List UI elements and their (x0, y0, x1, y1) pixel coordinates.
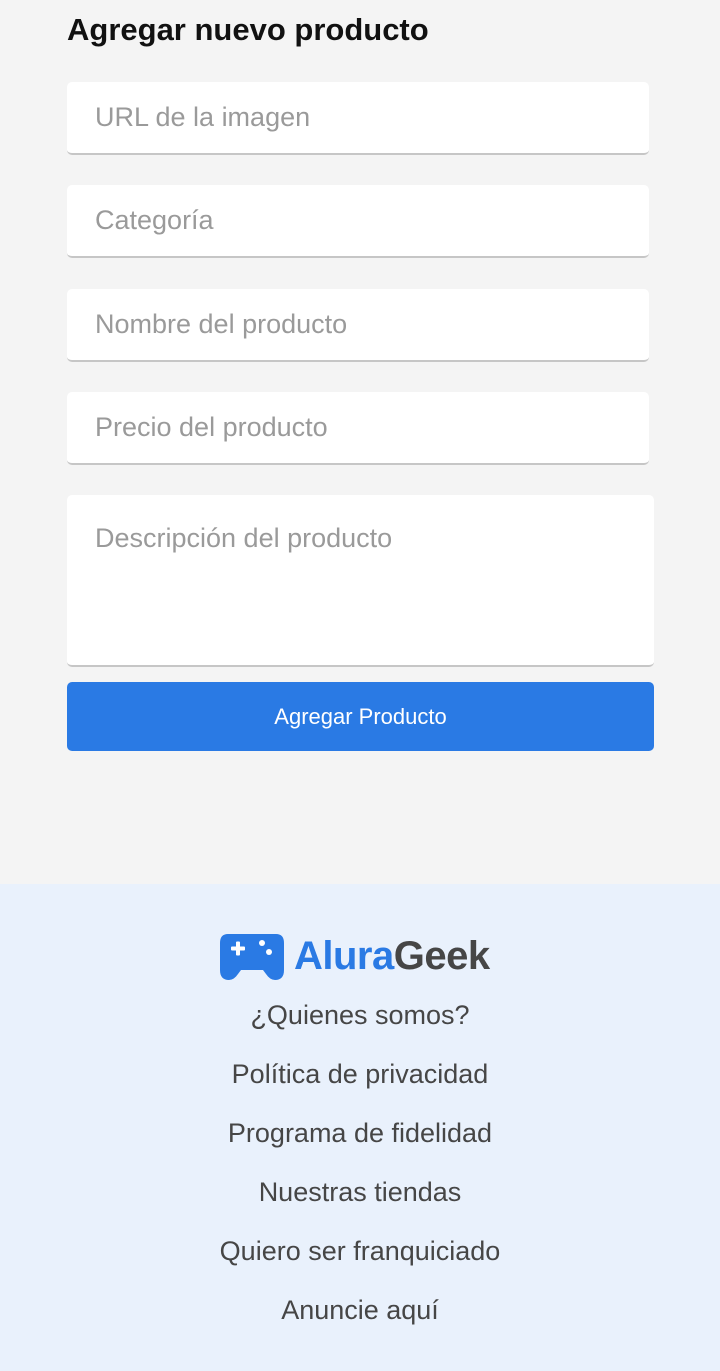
footer-link-privacy[interactable]: Política de privacidad (0, 1049, 720, 1108)
footer-link-advertise[interactable]: Anuncie aquí (0, 1285, 720, 1344)
alurageek-logo[interactable]: AluraGeek (218, 930, 490, 982)
logo-text: AluraGeek (294, 930, 490, 982)
footer-links: ¿Quienes somos? Política de privacidad P… (0, 990, 720, 1344)
footer-link-stores[interactable]: Nuestras tiendas (0, 1167, 720, 1226)
logo-text-geek: Geek (393, 934, 490, 978)
add-product-section: Agregar nuevo producto Agregar Producto (0, 0, 720, 884)
footer-link-loyalty[interactable]: Programa de fidelidad (0, 1108, 720, 1167)
footer-link-about[interactable]: ¿Quienes somos? (0, 990, 720, 1049)
gamepad-icon (220, 934, 284, 980)
product-price-input[interactable] (67, 392, 649, 465)
image-url-input[interactable] (67, 82, 649, 155)
category-input[interactable] (67, 185, 649, 258)
logo-text-alura: Alura (294, 934, 394, 978)
add-product-button[interactable]: Agregar Producto (67, 682, 654, 751)
product-description-textarea[interactable] (67, 495, 654, 667)
page-title: Agregar nuevo producto (67, 12, 429, 47)
product-name-input[interactable] (67, 289, 649, 362)
footer: AluraGeek ¿Quienes somos? Política de pr… (0, 884, 720, 1371)
footer-link-franchise[interactable]: Quiero ser franquiciado (0, 1226, 720, 1285)
